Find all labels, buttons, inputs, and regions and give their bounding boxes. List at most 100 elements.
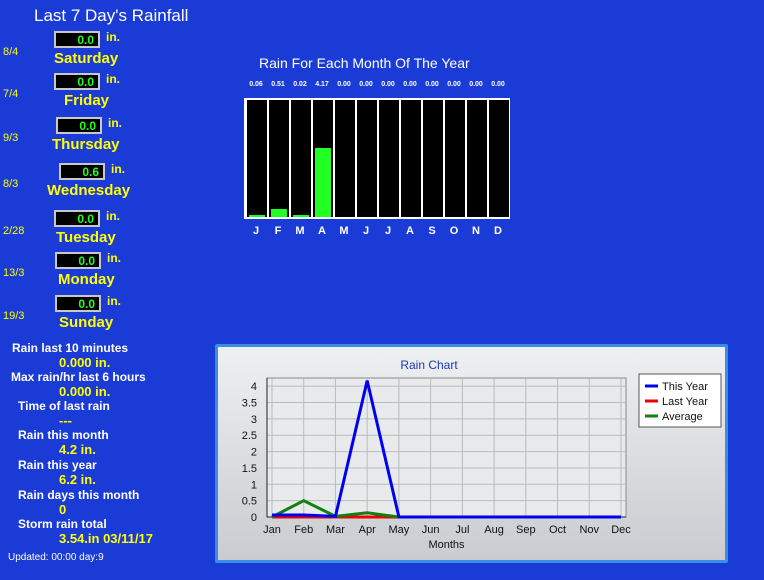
month-axis-label: M	[339, 225, 349, 237]
day-rainfall-value: 0.0	[55, 295, 101, 312]
x-tick-label: Oct	[549, 524, 566, 536]
day-rainfall-value: 0.0	[54, 73, 100, 90]
x-tick-label: Apr	[359, 524, 376, 536]
month-bar	[291, 100, 311, 217]
day-rainfall-value: 0.6	[59, 163, 105, 180]
day-date: 7/4	[3, 88, 19, 100]
month-axis-label: A	[406, 225, 414, 237]
updated-timestamp: Updated: 00:00 day:9	[8, 552, 104, 563]
y-tick-label: 1	[251, 479, 257, 491]
month-axis-label: F	[274, 225, 282, 237]
stat-label: Time of last rain	[18, 399, 110, 413]
day-unit: in.	[107, 294, 121, 308]
month-value-label: 0.00	[447, 81, 461, 88]
day-rainfall-value: 0.0	[54, 210, 100, 227]
monthly-chart-title: Rain For Each Month Of The Year	[259, 55, 470, 71]
month-axis-label: D	[494, 225, 502, 237]
day-name: Friday	[64, 92, 110, 109]
month-bar	[467, 100, 487, 217]
month-axis-label: M	[295, 225, 305, 237]
month-bar-fill	[271, 209, 287, 217]
y-tick-label: 4	[251, 381, 257, 393]
month-axis-label: J	[252, 225, 260, 237]
x-tick-label: Nov	[579, 524, 599, 536]
day-name: Tuesday	[56, 229, 116, 246]
day-name: Thursday	[52, 136, 120, 153]
month-value-label: 0.00	[359, 81, 373, 88]
plot-area	[266, 377, 627, 518]
y-tick-label: 0	[251, 512, 257, 524]
day-date: 19/3	[3, 310, 25, 322]
rain-chart-title: Rain Chart	[400, 358, 458, 372]
stat-value: 0.000 in.	[59, 384, 111, 399]
month-bar	[401, 100, 421, 217]
month-axis-label: A	[318, 225, 326, 237]
page-title: Last 7 Day's Rainfall	[34, 6, 189, 25]
day-name: Wednesday	[47, 182, 131, 199]
rain-chart-svg: Rain Chart 0 0.5 1 1.5 2 2.5 3 3.5 4 Jan Feb Mar Apr M…	[242, 358, 722, 551]
x-tick-label: Jun	[422, 524, 440, 536]
day-unit: in.	[111, 162, 125, 176]
stat-label: Max rain/hr last 6 hours	[11, 370, 146, 384]
legend-entry: This Year	[662, 381, 708, 393]
day-unit: in.	[106, 72, 120, 86]
y-tick-label: 2	[251, 447, 257, 459]
month-axis-label: O	[449, 225, 459, 237]
month-axis-label: J	[384, 225, 392, 237]
day-date: 8/3	[3, 178, 19, 190]
stat-value: 0.000 in.	[59, 355, 111, 370]
month-value-label: 0.00	[337, 81, 351, 88]
month-value-label: 0.00	[381, 81, 395, 88]
month-bar	[379, 100, 399, 217]
y-tick-label: 3.5	[242, 398, 257, 410]
legend-entry: Average	[662, 411, 703, 423]
y-tick-label: 3	[251, 414, 257, 426]
month-bar	[489, 100, 509, 217]
day-unit: in.	[106, 30, 120, 44]
day-unit: in.	[108, 116, 122, 130]
month-bar	[335, 100, 355, 217]
x-tick-label: May	[389, 524, 410, 536]
x-tick-label: Jan	[263, 524, 281, 536]
month-value-label: 0.06	[249, 81, 263, 88]
stat-value: 3.54.in 03/11/17	[59, 531, 153, 546]
x-tick-label: Sep	[516, 524, 536, 536]
month-bar	[269, 100, 289, 217]
stat-value: 0	[59, 502, 67, 517]
stat-value: 4.2 in.	[59, 442, 96, 457]
legend-entry: Last Year	[662, 396, 708, 408]
stat-value: 6.2 in.	[59, 472, 96, 487]
month-value-label: 4.17	[315, 81, 329, 88]
month-bar-fill	[249, 215, 265, 217]
day-date: 9/3	[3, 132, 19, 144]
day-rainfall-value: 0.0	[54, 31, 100, 48]
day-rainfall-value: 0.0	[56, 117, 102, 134]
day-name: Sunday	[59, 314, 114, 331]
day-name: Saturday	[54, 50, 119, 67]
month-value-label: 0.00	[403, 81, 417, 88]
month-value-label: 0.00	[491, 81, 505, 88]
x-tick-label: Jul	[455, 524, 469, 536]
rain-chart-panel: Rain Chart 0 0.5 1 1.5 2 2.5 3 3.5 4 Jan Feb Mar Apr M…	[215, 344, 728, 563]
month-bar-fill	[315, 148, 331, 217]
stat-label: Rain days this month	[18, 488, 140, 502]
month-bar	[247, 100, 267, 217]
month-value-label: 0.00	[425, 81, 439, 88]
month-bar	[423, 100, 443, 217]
day-rainfall-value: 0.0	[55, 252, 101, 269]
month-bar	[357, 100, 377, 217]
day-date: 2/28	[3, 225, 25, 237]
month-axis-label: N	[472, 225, 480, 237]
monthly-rain-bars	[244, 98, 510, 219]
x-tick-label: Mar	[326, 524, 345, 536]
month-bar	[313, 100, 333, 217]
month-axis-label: S	[428, 225, 436, 237]
month-value-label: 0.00	[469, 81, 483, 88]
x-axis-label: Months	[428, 539, 465, 551]
month-bar	[445, 100, 465, 217]
x-tick-label: Dec	[611, 524, 631, 536]
x-tick-label: Feb	[294, 524, 313, 536]
day-name: Monday	[58, 271, 115, 288]
month-value-label: 0.02	[293, 81, 307, 88]
month-bar-fill	[293, 215, 309, 217]
